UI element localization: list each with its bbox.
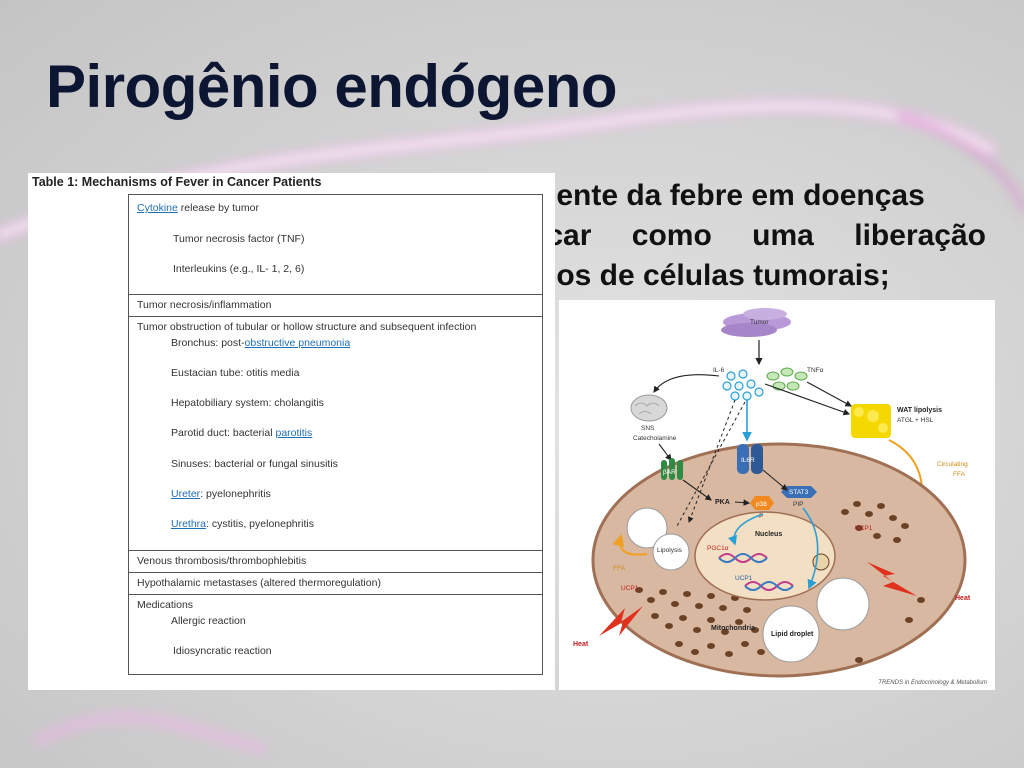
table-box: Cytokine release by tumor Tumor necrosis… [128,194,543,675]
label-p38: p38 [756,501,767,508]
brain-icon [630,394,668,422]
table-section-necrosis: Tumor necrosis/inflammation [129,295,542,317]
label-tumor: Tumor [750,319,769,326]
label-heat-right: Heat [955,595,971,602]
table-caption: Table 1: Mechanisms of Fever in Cancer P… [32,175,322,189]
table-row: Tumor obstruction of tubular or hollow s… [137,321,477,333]
label-stat3: STAT3 [789,489,809,496]
slide-title: Pirogênio endógeno [46,53,618,120]
label-pka: PKA [715,499,730,506]
table-row: Cytokine release by tumor [137,202,259,214]
label-circulating: Circulating [937,461,968,468]
table-row: Urethra: cystitis, pyelonephritis [171,518,314,530]
slide-body-text: uente da febre em doenças icar como uma … [538,176,986,296]
table-section-obstruction: Tumor obstruction of tubular or hollow s… [129,317,542,551]
table-section-hypothalamic: Hypothalamic metastases (altered thermor… [129,573,542,595]
mechanisms-table-image: Table 1: Mechanisms of Fever in Cancer P… [28,173,555,690]
table-row: Hypothalamic metastases (altered thermor… [137,577,381,589]
table-row: Hepatobiliary system: cholangitis [171,397,324,409]
parotitis-link[interactable]: parotitis [275,427,312,439]
wat-adipocytes-shape [851,404,891,438]
table-row: Venous thrombosis/thrombophlebitis [137,555,307,567]
table-row: Eustacian tube: otitis media [171,367,300,379]
label-lipid-droplet: Lipid droplet [771,631,814,638]
obstructive-pneumonia-link[interactable]: obstructive pneumonia [245,337,351,349]
table-row: Parotid duct: bacterial parotitis [171,427,313,439]
tumor-fever-mechanism-figure: Tumor IL-6 TNFα SNS Catecholamine WAT li… [559,300,995,690]
table-row: Interleukins (e.g., IL- 1, 2, 6) [173,263,305,275]
lipid-droplet-shape [816,577,870,631]
label-sns: SNS [641,425,655,432]
ureter-link[interactable]: Ureter [171,488,200,500]
label-il6r: IL6R [741,457,755,464]
arrow [658,443,672,461]
arrow [806,381,852,407]
mechanism-diagram: Tumor IL-6 TNFα SNS Catecholamine WAT li… [573,308,971,678]
body-line: uente da febre em doenças [538,179,925,212]
arrow [653,374,720,393]
label-ucp1-left: UCP1 [621,585,639,592]
label-ucp1-nucleus: UCP1 [735,575,753,582]
il6-molecules [722,369,764,401]
body-line: pos de células tumorais; [538,259,890,292]
body-line: icar como uma liberação [538,219,986,252]
table-row: Tumor necrosis/inflammation [137,299,272,311]
label-ucp1-right: UCP1 [855,525,873,532]
table-section-cytokine: Cytokine release by tumor Tumor necrosis… [129,195,542,295]
label-bar: βAR [663,469,676,476]
label-wat-lipolysis: WAT lipolysis [897,407,942,414]
label-mitochondria: Mitochondria [711,625,755,632]
arrow [764,383,851,416]
label-il6: IL-6 [713,367,725,374]
table-row: Medications [137,599,194,611]
urethra-link[interactable]: Urethra [171,518,206,530]
label-ffa-small: FFA [613,565,626,572]
table-row: Idiosyncratic reaction [173,645,272,657]
table-row: Sinuses: bacterial or fungal sinusitis [171,458,338,470]
label-tnf: TNFα [807,367,824,374]
table-row: Ureter: pyelonephritis [171,488,271,500]
table-row: Tumor necrosis factor (TNF) [173,233,305,245]
label-pip: PIP [793,501,803,508]
table-row: Allergic reaction [171,615,246,627]
cytokine-link[interactable]: Cytokine [137,202,178,214]
table-row: Bronchus: post-obstructive pneumonia [171,337,351,349]
label-atgl-hsl: ATGL + HSL [897,417,934,424]
table-section-thrombosis: Venous thrombosis/thrombophlebitis [129,551,542,573]
table-section-medications: Medications Allergic reaction Idiosyncra… [129,595,542,674]
label-catecholamine: Catecholamine [633,435,677,442]
figure-credit: TRENDS in Endocrinology & Metabolism [878,680,987,686]
label-ffa: FFA [953,471,966,478]
label-heat-left: Heat [573,641,589,648]
label-nucleus: Nucleus [755,531,782,538]
label-lipolysis: Lipolysis [657,547,683,554]
label-pgc1a: PGC1α [707,545,729,552]
